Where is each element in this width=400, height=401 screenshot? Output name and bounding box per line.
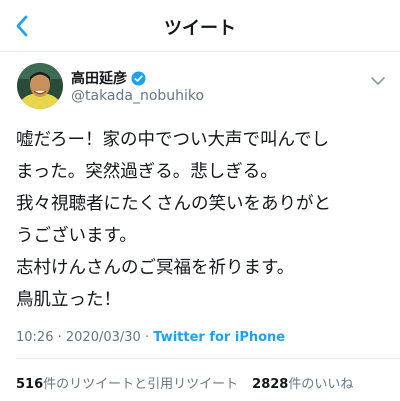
meta-separator: · — [144, 330, 150, 345]
tweet-line: まった。突然過ぎる。悲しぎる。 — [16, 162, 278, 182]
author-name[interactable]: 高田延彦 — [71, 68, 146, 88]
retweets-count: 516 — [16, 377, 44, 392]
tweet-source-app[interactable]: Twitter for iPhone — [153, 330, 285, 345]
tweet-line: 我々視聴者にたくさんの笑いをありがと — [16, 194, 331, 214]
meta-separator: · — [57, 330, 62, 345]
tweet-text: 嘘だろー！家の中でつい大声で叫んでし まった。突然過ぎる。悲しぎる。 我々視聴者… — [16, 124, 391, 316]
tweet-meta: 10:26 · 2020/03/30 · Twitter for iPhone — [16, 330, 285, 345]
top-nav-bar: ツイート — [0, 0, 400, 52]
likes-label: 件のいいね — [288, 377, 354, 392]
author-handle[interactable]: @takada_nobuhiko — [71, 88, 204, 104]
tweet-time: 10:26 — [16, 330, 54, 345]
avatar[interactable] — [17, 63, 63, 109]
tweet-stats: 516件のリツイートと引用リツイート 2828件のいいね — [16, 373, 353, 392]
tweet-menu-button[interactable] — [370, 72, 386, 85]
tweet-header: 高田延彦 @takada_nobuhiko — [0, 58, 400, 118]
tweet-line: 鳥肌立った！ — [16, 290, 121, 310]
tweet-date: 2020/03/30 — [65, 330, 141, 345]
chevron-down-icon — [371, 77, 385, 85]
retweets-stat[interactable]: 516件のリツイートと引用リツイート — [16, 377, 238, 392]
likes-count: 2828 — [252, 377, 289, 392]
page-title: ツイート — [164, 18, 236, 39]
tweet-line: 志村けんさんのご冥福を祈ります。 — [16, 258, 295, 278]
likes-stat[interactable]: 2828件のいいね — [252, 377, 353, 392]
author-name-text: 高田延彦 — [71, 71, 127, 87]
verified-badge-icon — [131, 70, 146, 86]
retweets-label: 件のリツイートと引用リツイート — [43, 377, 239, 392]
tweet-line: うございます。 — [16, 226, 137, 246]
divider — [16, 358, 400, 359]
tweet-line: 嘘だろー！家の中でつい大声で叫んでし — [16, 130, 330, 150]
